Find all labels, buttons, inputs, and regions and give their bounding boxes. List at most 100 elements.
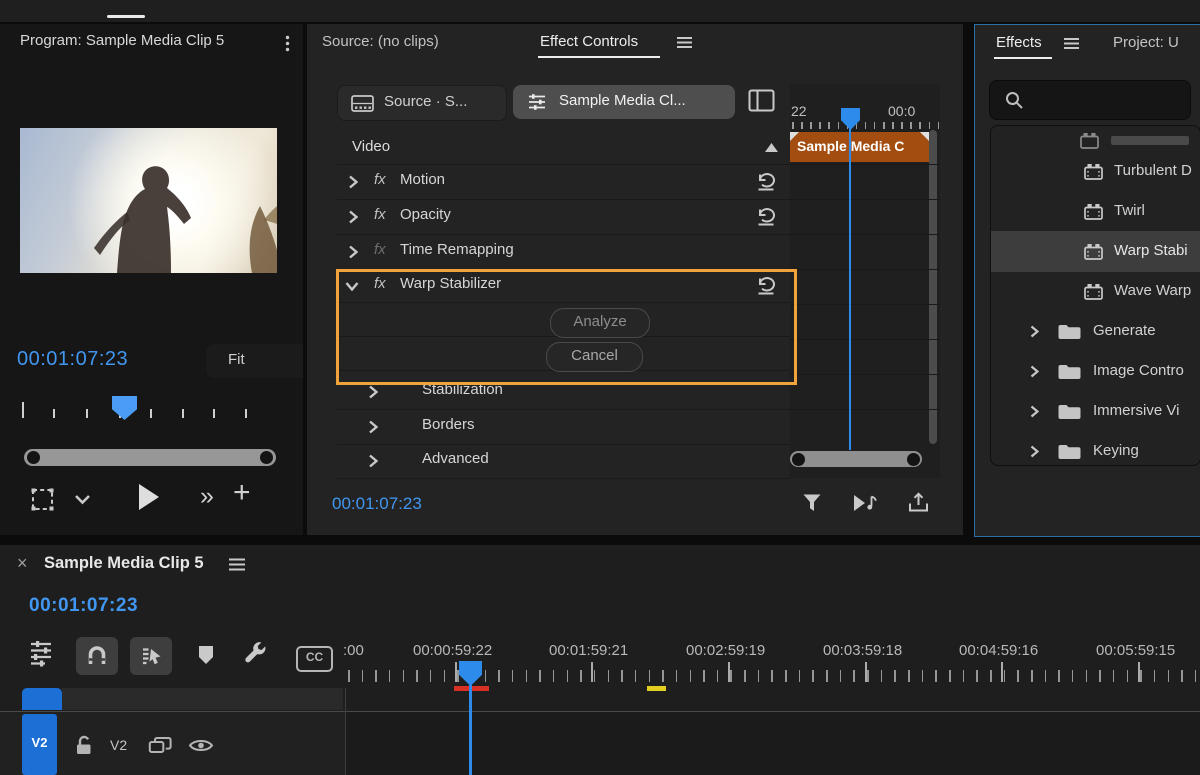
- chevron-right-icon[interactable]: [348, 175, 359, 189]
- chevron-right-icon[interactable]: [1030, 325, 1040, 338]
- tab-effects-underline: [994, 57, 1052, 59]
- ruler-label: 00:0: [888, 103, 916, 119]
- section-video-label: Video: [352, 138, 391, 155]
- folder-icon: [1057, 323, 1082, 341]
- snap-toggle-button[interactable]: [76, 637, 118, 675]
- track-target-v2-badge[interactable]: V2: [22, 714, 57, 775]
- effect-row-motion[interactable]: fx Motion: [337, 164, 790, 200]
- chevron-right-icon[interactable]: [1030, 365, 1040, 378]
- export-icon[interactable]: [907, 491, 930, 514]
- toggle-track-output-eye-icon[interactable]: [188, 737, 214, 754]
- group-name: Advanced: [422, 450, 489, 467]
- ruler-timecode: :00: [343, 642, 364, 659]
- effects-search-box[interactable]: [989, 80, 1191, 120]
- tab-project[interactable]: Project: U: [1113, 34, 1179, 51]
- filter-properties-icon[interactable]: [801, 492, 823, 514]
- split-view-icon[interactable]: [748, 89, 775, 112]
- scrollbar-handle-right[interactable]: [907, 452, 920, 466]
- scrollbar-handle-left[interactable]: [27, 451, 40, 464]
- more-tools-chevrons[interactable]: »: [200, 482, 214, 511]
- add-button-plus[interactable]: +: [233, 476, 251, 510]
- wrench-settings-icon[interactable]: [241, 640, 268, 667]
- effect-name: Motion: [400, 171, 446, 188]
- reset-effect-icon[interactable]: [755, 207, 777, 226]
- program-timecode[interactable]: 00:01:07:23: [17, 348, 128, 371]
- chevron-right-icon[interactable]: [1030, 405, 1040, 418]
- timeline-tab-label[interactable]: Sample Media Clip 5: [44, 554, 204, 573]
- timeline-playhead[interactable]: [459, 661, 482, 686]
- effect-controls-timecode[interactable]: 00:01:07:23: [332, 494, 422, 514]
- lock-open-icon[interactable]: [75, 735, 94, 756]
- section-video-header[interactable]: Video: [337, 131, 790, 165]
- panel-menu-icon[interactable]: [228, 558, 246, 571]
- chevron-right-icon[interactable]: [368, 420, 379, 434]
- scrollbar-handle-left[interactable]: [792, 452, 805, 466]
- effect-row-time-remapping[interactable]: fx Time Remapping: [337, 234, 790, 270]
- chevron-down-icon[interactable]: [74, 494, 91, 505]
- fit-dropdown[interactable]: Fit: [206, 344, 303, 378]
- folder-row-immersive-video[interactable]: Immersive Vi: [991, 392, 1200, 432]
- source-patch-v2[interactable]: [22, 688, 62, 710]
- reset-effect-icon[interactable]: [755, 172, 777, 191]
- track-content-area[interactable]: [346, 712, 1200, 775]
- silhouette-figure: [94, 166, 277, 273]
- mini-ruler[interactable]: [790, 122, 940, 131]
- timeline-settings-icon[interactable]: [28, 639, 54, 667]
- selected-clip-button[interactable]: Sample Media Cl...: [513, 85, 735, 119]
- tab-source-monitor[interactable]: Source: (no clips): [322, 33, 439, 50]
- timeline-timecode[interactable]: 00:01:07:23: [29, 595, 138, 617]
- source-clip-button[interactable]: Source · S...: [337, 85, 507, 121]
- captions-badge-label: CC: [305, 650, 324, 664]
- clip-bar[interactable]: Sample Media C: [790, 132, 929, 162]
- folder-row-image-control[interactable]: Image Contro: [991, 352, 1200, 392]
- scrollbar-handle-right[interactable]: [260, 451, 273, 464]
- list-item-turbulent-displace[interactable]: Turbulent D: [991, 152, 1200, 192]
- track-name-label[interactable]: V2: [110, 737, 127, 753]
- chevron-right-icon[interactable]: [1030, 445, 1040, 458]
- mask-marquee-icon[interactable]: [30, 487, 55, 512]
- list-item-wave-warp[interactable]: Wave Warp: [991, 272, 1200, 312]
- play-button[interactable]: [137, 483, 160, 511]
- program-panel-title: Program: Sample Media Clip 5: [20, 32, 225, 49]
- effect-plugin-icon: [1083, 282, 1104, 301]
- captions-badge[interactable]: CC: [296, 646, 333, 672]
- mini-horizontal-scrollbar[interactable]: [790, 451, 922, 467]
- folder-row-generate[interactable]: Generate: [991, 312, 1200, 352]
- chevron-right-icon[interactable]: [348, 245, 359, 259]
- add-marker-icon[interactable]: [197, 644, 215, 665]
- list-item-warp-stabilizer-selected[interactable]: Warp Stabi: [991, 231, 1200, 272]
- close-tab-icon[interactable]: ×: [17, 553, 28, 574]
- sync-lock-icon[interactable]: [148, 736, 173, 755]
- chevron-right-icon[interactable]: [368, 385, 379, 399]
- list-item-partial[interactable]: [991, 126, 1200, 151]
- fx-badge: fx: [374, 241, 386, 258]
- track-target-v2-label: V2: [31, 735, 48, 750]
- folder-row-keying[interactable]: Keying: [991, 432, 1200, 465]
- clip-fold-right: [920, 132, 929, 141]
- effect-row-opacity[interactable]: fx Opacity: [337, 199, 790, 235]
- chevron-right-icon[interactable]: [348, 210, 359, 224]
- track-scroll-strip[interactable]: [62, 688, 343, 710]
- mini-playhead-line[interactable]: [849, 128, 851, 450]
- program-zoom-scrollbar[interactable]: [24, 449, 276, 466]
- chevron-right-icon[interactable]: [368, 454, 379, 468]
- group-row-advanced[interactable]: Advanced: [337, 444, 790, 479]
- source-clip-button-label: Source · S...: [384, 93, 468, 110]
- folder-icon: [1057, 363, 1082, 381]
- group-row-borders[interactable]: Borders: [337, 409, 790, 445]
- panel-menu-icon[interactable]: [285, 35, 290, 52]
- fx-badge: fx: [374, 171, 386, 188]
- linked-selection-button[interactable]: [130, 637, 172, 675]
- tab-effects[interactable]: Effects: [996, 34, 1042, 51]
- clip-marker-yellow[interactable]: [647, 686, 666, 691]
- panel-menu-icon[interactable]: [1063, 37, 1080, 50]
- collapse-up-icon[interactable]: [765, 143, 778, 152]
- fit-dropdown-label: Fit: [228, 351, 245, 368]
- program-scrub-ruler[interactable]: [0, 398, 303, 422]
- list-item-twirl[interactable]: Twirl: [991, 192, 1200, 232]
- timeline-playhead-line[interactable]: [469, 685, 472, 775]
- panel-menu-icon[interactable]: [676, 36, 693, 49]
- play-audio-scrub-icon[interactable]: [852, 493, 879, 513]
- tab-effect-controls[interactable]: Effect Controls: [540, 33, 638, 50]
- vertical-scrollbar[interactable]: [929, 130, 937, 444]
